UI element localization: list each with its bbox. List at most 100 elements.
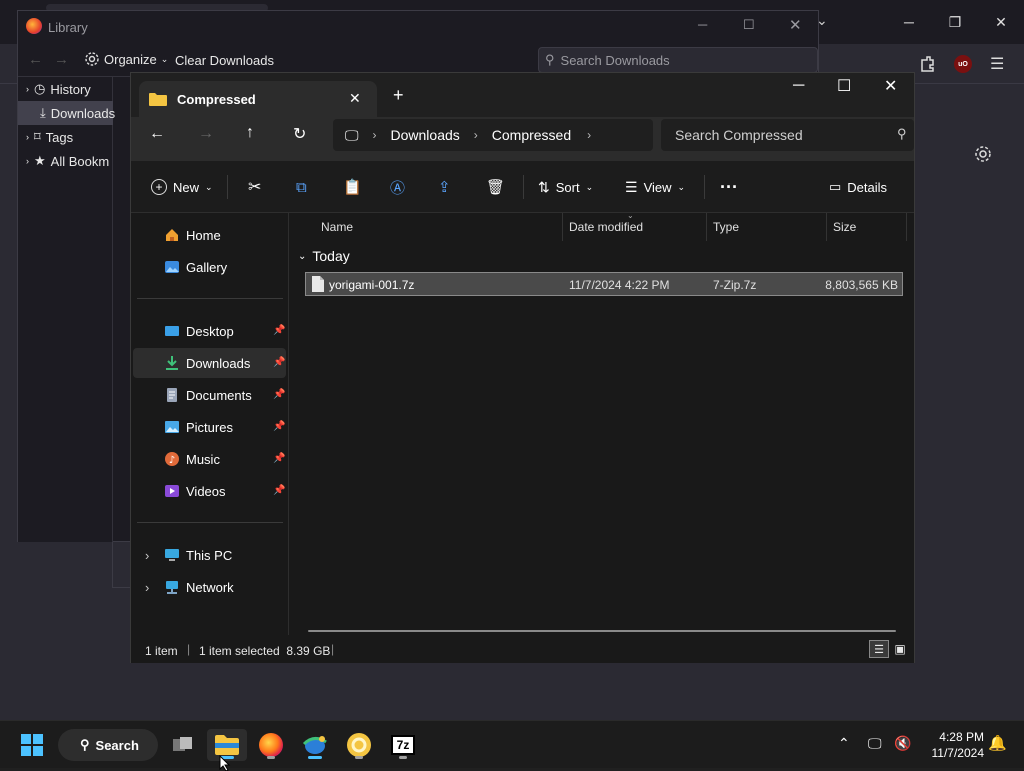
pin-icon[interactable]: 📌 [273,485,285,496]
copy-icon[interactable]: ⧉ [296,161,307,213]
breadcrumb-compressed[interactable]: Compressed [492,127,571,143]
settings-gear-icon[interactable] [974,145,992,163]
column-label: Name [321,220,354,234]
chevron-up-icon[interactable]: ⌃ [838,735,850,752]
running-indicator [267,756,275,759]
start-button[interactable] [12,729,52,761]
details-view-icon[interactable]: ☰ [869,640,889,658]
file-size: 8,803,565 KB [825,278,898,292]
back-arrow-icon[interactable]: ← [149,125,165,143]
document-icon [164,387,180,403]
nav-item-pictures[interactable]: Pictures 📌 [133,412,286,442]
view-button[interactable]: ☰ View ⌄ [625,161,685,213]
nav-item-music[interactable]: ♪ Music 📌 [133,444,286,474]
nav-item-downloads[interactable]: Downloads 📌 [133,348,286,378]
pictures-icon [164,419,180,435]
clear-downloads-button[interactable]: Clear Downloads [175,53,274,68]
nav-item-gallery[interactable]: Gallery [133,252,286,282]
tab-close-icon[interactable]: ✕ [349,90,361,107]
pin-icon[interactable]: 📌 [273,453,285,464]
group-header-today[interactable]: ⌄ Today [298,248,350,264]
task-view-button[interactable] [163,729,203,761]
status-divider: | [187,642,191,656]
cut-icon[interactable]: ✂ [248,161,261,213]
nav-label: Desktop [186,323,234,339]
network-tray-icon[interactable]: 🖵 [868,735,882,752]
forward-arrow-icon[interactable]: → [198,125,214,143]
new-button[interactable]: + New ⌄ [151,161,213,213]
library-maximize-button[interactable]: ☐ [743,17,755,33]
chevron-right-icon[interactable]: › [145,548,149,563]
organize-button[interactable]: Organize ⌄ [84,51,168,67]
tab-compressed[interactable]: Compressed ✕ [139,81,377,117]
explorer-close-button[interactable]: ✕ [884,76,897,96]
library-search-input[interactable]: ⚲ Search Downloads [538,47,818,73]
desktop-icon [164,323,180,339]
volume-muted-icon[interactable]: 🔇 [894,735,911,752]
library-item-tags[interactable]: › ⌑ Tags [18,125,113,149]
view-label: View [643,179,672,195]
clock[interactable]: 4:28 PM 11/7/2024 [920,729,985,761]
breadcrumb-downloads[interactable]: Downloads [391,127,460,143]
nav-item-this-pc[interactable]: › This PC [133,540,286,570]
library-item-downloads[interactable]: ⤓ Downloads [18,101,115,125]
up-arrow-icon[interactable]: ↑ [246,124,254,142]
column-header-size[interactable]: Size [827,213,907,241]
more-options-icon[interactable]: ··· [720,161,738,213]
browser-restore-button[interactable]: ❐ [932,0,978,44]
explorer-maximize-button[interactable]: ☐ [837,76,851,96]
search-placeholder: Search Compressed [675,127,803,143]
share-icon[interactable]: ⇪ [438,161,451,213]
breadcrumb[interactable]: 🖵 › Downloads › Compressed › [333,119,653,151]
table-row[interactable]: yorigami-001.7z 11/7/2024 4:22 PM 7-Zip.… [305,272,903,296]
library-minimize-button[interactable]: ─ [698,17,707,32]
sort-button[interactable]: ⇅ Sort ⌄ [538,161,593,213]
tiles-view-icon[interactable]: ▣ [891,640,909,658]
forward-arrow-icon[interactable]: → [54,51,69,68]
notification-bell-icon[interactable]: 🔔 [988,734,1007,752]
column-header-type[interactable]: Type [707,213,827,241]
taskbar-firefox[interactable] [251,729,291,761]
rename-icon[interactable]: Ⓐ [390,161,405,213]
library-item-all-bookmarks[interactable]: › ★ All Bookm [18,149,113,173]
new-tab-plus-icon[interactable]: + [393,85,404,106]
pin-icon[interactable]: 📌 [273,325,285,336]
explorer-minimize-button[interactable]: ─ [793,77,804,95]
nav-item-home[interactable]: Home [133,220,286,250]
nav-item-desktop[interactable]: Desktop 📌 [133,316,286,346]
refresh-icon[interactable]: ↻ [293,124,306,144]
horizontal-scrollbar[interactable] [308,630,896,632]
nav-item-documents[interactable]: Documents 📌 [133,380,286,410]
browser-close-button[interactable]: ✕ [978,0,1024,44]
ublock-icon[interactable]: uO [954,55,972,73]
browser-minimize-button[interactable]: ─ [886,0,932,44]
search-input[interactable]: Search Compressed ⚲ [661,119,914,151]
taskbar-7zip[interactable]: 7z [383,729,423,761]
gallery-icon [164,259,180,275]
column-header-name[interactable]: Name [315,213,563,241]
menu-hamburger-icon[interactable]: ☰ [990,54,1004,74]
column-header-date-modified[interactable]: Date modified ⌄ [563,211,707,241]
clock-icon: ◷ [34,81,46,96]
nav-divider [137,298,283,299]
command-bar: + New ⌄ ✂ ⧉ 📋 Ⓐ ⇪ 🗑 ⇅ Sort ⌄ ☰ View ⌄ ··· ▭… [131,161,914,213]
taskbar-search-box[interactable]: ⚲ Search [58,729,158,761]
paste-icon[interactable]: 📋 [343,161,362,213]
pin-icon[interactable]: 📌 [273,389,285,400]
running-indicator [399,756,407,759]
library-close-button[interactable]: ✕ [789,16,802,34]
library-item-history[interactable]: › ◷ History [18,77,113,101]
pin-icon[interactable]: 📌 [273,421,285,432]
chevron-right-icon[interactable]: › [145,580,149,595]
pin-icon[interactable]: 📌 [273,357,285,368]
file-type: 7-Zip.7z [713,278,757,292]
details-button[interactable]: ▭ Details [829,161,887,213]
extensions-icon[interactable] [918,54,938,74]
taskbar-app-yellow[interactable] [339,729,379,761]
back-arrow-icon[interactable]: ← [28,51,43,68]
nav-item-videos[interactable]: Videos 📌 [133,476,286,506]
nav-item-network[interactable]: › Network [133,572,286,602]
delete-trash-icon[interactable]: 🗑 [486,161,505,213]
taskbar-app-globe[interactable] [295,729,335,761]
nav-label: Videos [186,483,226,499]
